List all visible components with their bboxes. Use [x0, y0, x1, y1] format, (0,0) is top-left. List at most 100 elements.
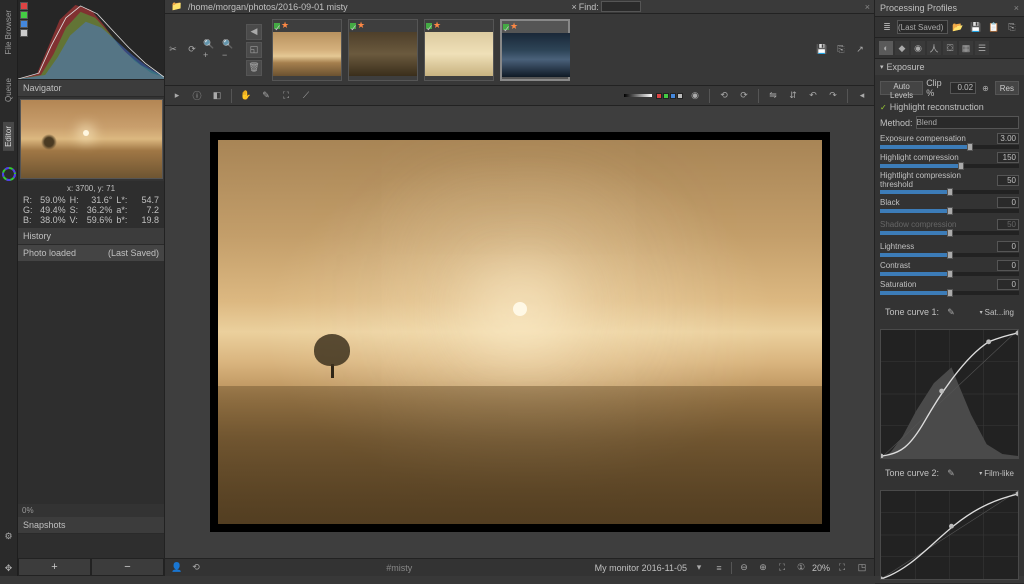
soft-proof-icon[interactable]: ◉ [687, 88, 703, 104]
slider-value[interactable]: 50 [997, 175, 1019, 186]
curve2-picker-icon[interactable]: ✎ [943, 465, 959, 481]
flip-h-icon[interactable]: ⇋ [765, 88, 781, 104]
detail-window-icon[interactable]: ◳ [854, 560, 870, 576]
slider-value[interactable]: 0 [997, 197, 1019, 208]
raw-tab-icon[interactable]: ▦ [959, 41, 973, 55]
profile-mode-icon[interactable]: ≣ [879, 19, 895, 35]
profile-select[interactable]: (Last Saved) [897, 20, 948, 34]
clip-input[interactable]: 0.02 [950, 82, 976, 94]
gamut-icon[interactable]: ≡ [711, 560, 727, 576]
crop-icon[interactable]: ⛶ [278, 88, 294, 104]
curve2-mode[interactable]: Film-like [979, 469, 1014, 478]
thumbnail[interactable]: ✓★ [272, 19, 342, 81]
tab-queue[interactable]: Queue [3, 74, 14, 106]
reset-button[interactable]: Res [995, 81, 1019, 95]
profile-load-icon[interactable]: 📂 [950, 19, 966, 35]
histogram[interactable] [18, 0, 164, 80]
crop-tool-icon[interactable]: ✂ [165, 42, 181, 58]
preferences-icon[interactable]: ⚙ [1, 528, 17, 544]
neutral-icon[interactable]: ⊕ [979, 80, 992, 96]
curve1-picker-icon[interactable]: ✎ [943, 304, 959, 320]
slider-value[interactable]: 150 [997, 152, 1019, 163]
metadata-tab-icon[interactable]: ☰ [975, 41, 989, 55]
tab-editor[interactable]: Editor [3, 122, 14, 151]
color-wheel-icon[interactable] [2, 167, 16, 181]
before-after-icon[interactable]: ◧ [209, 88, 225, 104]
slider-track[interactable] [880, 231, 1019, 235]
tab-file-browser[interactable]: File Browser [3, 6, 14, 58]
find-icon[interactable]: × [572, 2, 577, 12]
thumbnail[interactable]: ✓★ [424, 19, 494, 81]
external-edit-icon[interactable]: ↗ [852, 42, 868, 58]
fullscreen-icon[interactable]: ⛶ [834, 560, 850, 576]
hist-toggle-l[interactable] [20, 29, 28, 37]
transform-tab-icon[interactable]: ⛋ [943, 41, 957, 55]
color-tab-icon[interactable]: ◉ [911, 41, 925, 55]
fs-trash-icon[interactable]: 🗑 [246, 60, 262, 76]
redo-icon[interactable]: ↷ [825, 88, 841, 104]
slider-value[interactable]: 3.00 [997, 133, 1019, 144]
toggle-right-panel-icon[interactable]: ◂ [854, 88, 870, 104]
preview-bg-patches[interactable] [656, 93, 683, 99]
slider-track[interactable] [880, 145, 1019, 149]
close-panel-icon[interactable]: × [865, 2, 870, 12]
straighten-icon[interactable]: ⟋ [298, 88, 314, 104]
add-snapshot-button[interactable]: + [18, 558, 91, 576]
zoom-in-icon[interactable]: 🔍+ [203, 42, 219, 58]
save-icon[interactable]: 💾 [814, 42, 830, 58]
slider-track[interactable] [880, 291, 1019, 295]
find-input[interactable] [601, 1, 641, 12]
hist-toggle-r[interactable] [20, 2, 28, 10]
exposure-tab-icon[interactable]: ◐ [879, 41, 893, 55]
auto-levels-button[interactable]: Auto Levels [880, 81, 923, 95]
exposure-section-header[interactable]: Exposure [875, 59, 1024, 75]
wavelet-tab-icon[interactable]: 人 [927, 41, 941, 55]
profile-copy-icon[interactable]: 📋 [986, 19, 1002, 35]
method-select[interactable]: Blend [916, 116, 1019, 129]
info-icon[interactable]: ⓘ [189, 88, 205, 104]
undo-icon[interactable]: ↶ [805, 88, 821, 104]
slider-value[interactable]: 0 [997, 260, 1019, 271]
toggle-panel-icon[interactable]: ▸ [169, 88, 185, 104]
wb-picker-icon[interactable]: ✎ [258, 88, 274, 104]
detail-tab-icon[interactable]: ◆ [895, 41, 909, 55]
queue-icon[interactable]: ⎘ [833, 42, 849, 58]
zoom-out-icon[interactable]: 🔍− [222, 42, 238, 58]
hand-tool-icon[interactable]: ✋ [238, 88, 254, 104]
folder-icon[interactable]: 📁 [169, 0, 185, 15]
sync-icon[interactable]: ⟲ [188, 560, 204, 576]
history-list[interactable]: Photo loaded (Last Saved) [18, 245, 164, 504]
slider-value[interactable]: 0 [997, 279, 1019, 290]
rotate-left-icon[interactable]: ⟲ [716, 88, 732, 104]
flip-v-icon[interactable]: ⇵ [785, 88, 801, 104]
thumbnail-selected[interactable]: ✓★ [500, 19, 570, 81]
profile-paste-icon[interactable]: ⎘ [1004, 19, 1020, 35]
highlight-reconstruction-check[interactable]: Highlight reconstruction [880, 102, 1019, 112]
slider-track[interactable] [880, 272, 1019, 276]
lock-icon[interactable]: 👤 [169, 560, 185, 576]
tone-curve-1[interactable] [880, 329, 1019, 459]
zoom-out-btn[interactable]: ⊖ [736, 560, 752, 576]
move-icon[interactable]: ✥ [1, 560, 17, 576]
slider-value[interactable]: 0 [997, 241, 1019, 252]
zoom-100-btn[interactable]: ① [793, 560, 809, 576]
history-item[interactable]: Photo loaded (Last Saved) [18, 245, 164, 261]
rotate-right-icon[interactable]: ⟳ [736, 88, 752, 104]
slider-value[interactable]: 50 [997, 219, 1019, 230]
fs-view-icon[interactable]: ◱ [246, 42, 262, 58]
fs-nav-prev-icon[interactable]: ◀ [246, 24, 262, 40]
navigator-preview[interactable] [20, 99, 163, 179]
hist-toggle-b[interactable] [20, 20, 28, 28]
slider-track[interactable] [880, 164, 1019, 168]
image-canvas[interactable] [165, 106, 874, 558]
slider-track[interactable] [880, 253, 1019, 257]
dropdown-icon[interactable]: ▾ [691, 560, 707, 576]
slider-track[interactable] [880, 209, 1019, 213]
slider-track[interactable] [880, 190, 1019, 194]
zoom-in-btn[interactable]: ⊕ [755, 560, 771, 576]
curve1-mode[interactable]: Sat...ing [980, 308, 1014, 317]
tone-curve-2[interactable] [880, 490, 1019, 580]
zoom-fit-btn[interactable]: ⛶ [774, 560, 790, 576]
delete-snapshot-button[interactable]: − [91, 558, 164, 576]
hist-toggle-g[interactable] [20, 11, 28, 19]
